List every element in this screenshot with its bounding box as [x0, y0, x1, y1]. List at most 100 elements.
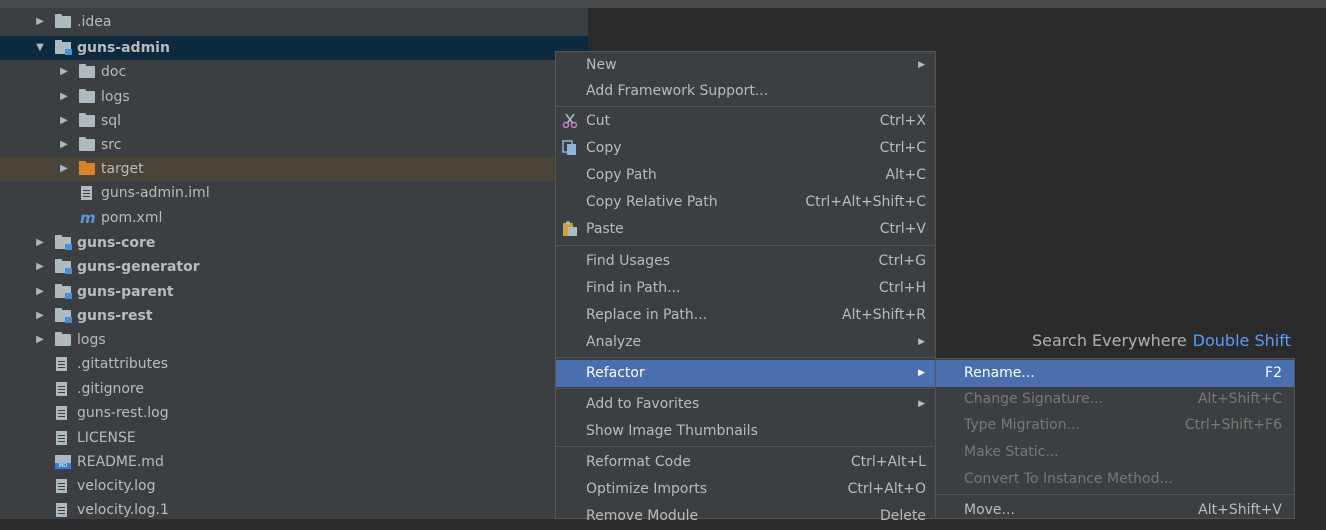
expand-arrow-icon[interactable]: ▶ — [33, 304, 47, 328]
menu-item-refactor[interactable]: Refactor ▶ — [556, 360, 935, 387]
folder-icon — [55, 332, 71, 346]
tree-item-guns-rest-log[interactable]: guns-rest.log — [0, 401, 588, 425]
tree-item-logs[interactable]: ▶ logs — [0, 85, 588, 109]
menu-separator — [936, 494, 1294, 495]
submenu-arrow-icon: ▶ — [918, 368, 925, 378]
tree-item-doc[interactable]: ▶ doc — [0, 60, 588, 84]
menu-item-find-in-path[interactable]: Find in Path... Ctrl+H — [556, 275, 935, 302]
expand-arrow-icon[interactable]: ▶ — [33, 280, 47, 304]
tree-item-guns-rest[interactable]: ▶ guns-rest — [0, 304, 588, 328]
tree-item-gitattributes[interactable]: .gitattributes — [0, 352, 588, 376]
tree-item-idea[interactable]: ▶ .idea — [0, 10, 588, 34]
menu-item-copy-path[interactable]: Copy Path Alt+C — [556, 162, 935, 189]
iml-file-icon — [81, 186, 92, 200]
collapse-arrow-icon[interactable]: ▼ — [33, 36, 47, 60]
expand-arrow-icon[interactable]: ▶ — [57, 60, 71, 84]
module-icon — [55, 308, 72, 323]
module-icon — [55, 284, 72, 299]
tree-item-label: velocity.log.1 — [77, 502, 169, 518]
tree-item-logs-root[interactable]: ▶ logs — [0, 328, 588, 352]
menu-item-label: Replace in Path... — [586, 307, 708, 323]
tree-item-label: pom.xml — [101, 210, 163, 226]
menu-separator — [556, 446, 935, 447]
menu-item-label: Copy — [586, 140, 622, 156]
submenu-item-type-migration[interactable]: Type Migration... Ctrl+Shift+F6 — [936, 412, 1294, 439]
editor-top-strip — [588, 0, 1326, 8]
submenu-item-label: Type Migration... — [964, 417, 1080, 433]
menu-item-remove-module[interactable]: Remove Module Delete — [556, 503, 935, 530]
menu-separator — [556, 245, 935, 246]
expand-arrow-icon[interactable]: ▶ — [57, 109, 71, 133]
menu-item-label: New — [586, 57, 617, 73]
menu-item-new[interactable]: New ▶ — [556, 52, 935, 79]
tree-item-velocity-log-1[interactable]: velocity.log.1 — [0, 498, 588, 519]
tree-item-src[interactable]: ▶ src — [0, 133, 588, 157]
menu-item-analyze[interactable]: Analyze ▶ — [556, 329, 935, 356]
tree-item-sql[interactable]: ▶ sql — [0, 109, 588, 133]
tree-item-guns-admin[interactable]: ▼ guns-admin — [0, 36, 588, 60]
menu-item-shortcut: Ctrl+Alt+Shift+C — [805, 194, 926, 210]
expand-arrow-icon[interactable]: ▶ — [57, 157, 71, 181]
text-file-icon — [56, 382, 67, 396]
tree-item-label: README.md — [77, 454, 164, 470]
menu-item-shortcut: Ctrl+X — [879, 113, 926, 129]
menu-item-label: Show Image Thumbnails — [586, 423, 758, 439]
submenu-item-make-static[interactable]: Make Static... — [936, 439, 1294, 466]
tree-item-readme[interactable]: README.md — [0, 450, 588, 474]
scissors-icon — [562, 113, 578, 129]
tree-top-strip — [0, 0, 588, 8]
tree-item-pom-xml[interactable]: m pom.xml — [0, 206, 588, 230]
text-file-icon — [56, 431, 67, 445]
menu-item-shortcut: Alt+Shift+R — [842, 307, 926, 323]
submenu-item-shortcut: Ctrl+Shift+F6 — [1184, 417, 1282, 433]
submenu-item-convert-to-instance-method[interactable]: Convert To Instance Method... — [936, 466, 1294, 493]
submenu-item-shortcut: Alt+Shift+V — [1198, 502, 1282, 518]
menu-item-reformat-code[interactable]: Reformat Code Ctrl+Alt+L — [556, 449, 935, 476]
submenu-item-label: Rename... — [964, 365, 1035, 381]
menu-item-paste[interactable]: Paste Ctrl+V — [556, 216, 935, 243]
menu-item-replace-in-path[interactable]: Replace in Path... Alt+Shift+R — [556, 302, 935, 329]
menu-item-copy-relative-path[interactable]: Copy Relative Path Ctrl+Alt+Shift+C — [556, 189, 935, 216]
folder-icon — [79, 89, 95, 103]
menu-item-add-to-favorites[interactable]: Add to Favorites ▶ — [556, 391, 935, 418]
menu-item-shortcut: Ctrl+G — [878, 253, 927, 269]
tree-item-guns-parent[interactable]: ▶ guns-parent — [0, 280, 588, 304]
tree-item-target[interactable]: ▶ target — [0, 157, 588, 181]
menu-item-add-framework-support[interactable]: Add Framework Support... — [556, 78, 935, 105]
tree-item-label: guns-rest.log — [77, 405, 169, 421]
tree-item-gitignore[interactable]: .gitignore — [0, 377, 588, 401]
expand-arrow-icon[interactable]: ▶ — [57, 85, 71, 109]
module-icon — [55, 235, 72, 250]
text-file-icon — [56, 479, 67, 493]
hint-shortcut: Double Shift — [1192, 331, 1291, 350]
tree-item-guns-generator[interactable]: ▶ guns-generator — [0, 255, 588, 279]
menu-item-find-usages[interactable]: Find Usages Ctrl+G — [556, 248, 935, 275]
menu-item-optimize-imports[interactable]: Optimize Imports Ctrl+Alt+O — [556, 476, 935, 503]
text-file-icon — [56, 357, 67, 371]
menu-item-cut[interactable]: Cut Ctrl+X — [556, 108, 935, 135]
tree-item-guns-core[interactable]: ▶ guns-core — [0, 231, 588, 255]
menu-item-show-image-thumbnails[interactable]: Show Image Thumbnails — [556, 418, 935, 445]
orange-folder-icon — [79, 161, 95, 175]
expand-arrow-icon[interactable]: ▶ — [33, 231, 47, 255]
submenu-item-change-signature[interactable]: Change Signature... Alt+Shift+C — [936, 386, 1294, 413]
expand-arrow-icon[interactable]: ▶ — [33, 255, 47, 279]
tree-item-label: sql — [101, 113, 122, 129]
tree-item-label: guns-generator — [77, 259, 200, 275]
menu-item-label: Paste — [586, 221, 624, 237]
menu-item-label: Refactor — [586, 365, 645, 381]
expand-arrow-icon[interactable]: ▶ — [57, 133, 71, 157]
tree-item-license[interactable]: LICENSE — [0, 426, 588, 450]
copy-icon — [562, 140, 576, 155]
maven-icon: m — [80, 209, 96, 227]
text-file-icon — [56, 503, 67, 517]
tree-item-guns-admin-iml[interactable]: guns-admin.iml — [0, 181, 588, 205]
menu-item-copy[interactable]: Copy Ctrl+C — [556, 135, 935, 162]
submenu-item-move[interactable]: Move... Alt+Shift+V — [936, 497, 1294, 524]
tree-item-velocity-log[interactable]: velocity.log — [0, 474, 588, 498]
expand-arrow-icon[interactable]: ▶ — [33, 10, 47, 34]
tree-item-label: guns-admin — [77, 40, 170, 56]
menu-item-label: Optimize Imports — [586, 481, 707, 497]
submenu-item-rename[interactable]: Rename... F2 — [936, 360, 1294, 387]
expand-arrow-icon[interactable]: ▶ — [33, 328, 47, 352]
